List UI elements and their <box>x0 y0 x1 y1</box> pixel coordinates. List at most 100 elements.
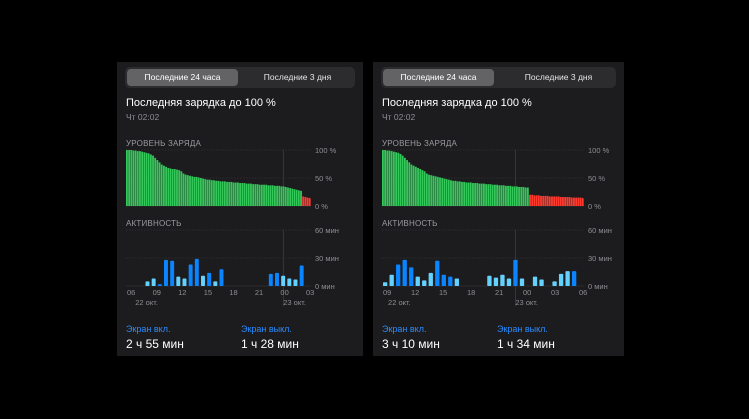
activity-date-label: 22 окт. <box>135 298 158 307</box>
battery-bar <box>498 185 501 206</box>
battery-bar <box>469 182 472 206</box>
battery-bar <box>139 151 141 206</box>
battery-bar <box>386 150 389 206</box>
battery-bar <box>425 173 428 206</box>
battery-bar <box>537 195 540 206</box>
battery-bar <box>441 178 444 206</box>
battery-bar <box>184 174 187 206</box>
activity-bar-screen-off <box>539 279 544 286</box>
activity-bar-screen-off <box>287 278 292 286</box>
battery-bar <box>428 174 430 206</box>
battery-bar <box>287 187 289 206</box>
activity-bar-screen-off <box>383 282 388 286</box>
activity-y-tick-label: 0 мин <box>315 282 335 291</box>
battery-bar <box>382 150 384 206</box>
activity-bar-screen-off <box>552 281 557 286</box>
battery-bar <box>254 184 257 206</box>
battery-bar <box>186 175 189 206</box>
last-charge-title: Последняя зарядка до 100 % <box>126 97 276 109</box>
battery-bar <box>467 182 470 206</box>
battery-bar <box>258 184 261 206</box>
battery-bar <box>392 151 395 206</box>
battery-bar <box>176 169 178 206</box>
battery-bar <box>210 180 213 206</box>
battery-bar <box>432 175 435 206</box>
activity-date-label: 23 окт. <box>283 298 306 307</box>
activity-x-tick-label: 09 <box>153 288 161 297</box>
battery-bar <box>173 169 176 206</box>
activity-x-tick-label: 06 <box>579 288 587 297</box>
battery-bar <box>403 157 406 206</box>
battery-bar <box>564 197 567 206</box>
battery-bar <box>282 186 285 206</box>
activity-x-tick-label: 21 <box>255 288 263 297</box>
screen-on-label: Экран вкл. <box>382 324 427 334</box>
activity-bar-screen-on <box>207 272 212 286</box>
battery-bar <box>548 196 551 206</box>
battery-bar <box>178 170 181 206</box>
battery-bar <box>132 150 135 206</box>
battery-bar <box>213 180 215 206</box>
battery-bar <box>507 185 509 206</box>
activity-bar-screen-off <box>415 276 420 286</box>
battery-bar <box>581 198 584 206</box>
activity-x-tick-label: 03 <box>551 288 559 297</box>
battery-bar <box>265 184 268 206</box>
battery-bar <box>480 183 483 206</box>
battery-bar <box>208 179 211 206</box>
activity-bar-screen-off <box>487 275 492 286</box>
tab-last-24-hours[interactable]: Последние 24 часа <box>127 69 238 86</box>
battery-bar <box>202 178 205 206</box>
battery-bar <box>513 186 516 206</box>
battery-bar <box>445 179 448 206</box>
battery-bar <box>271 185 274 206</box>
screen-off-value: 1 ч 34 мин <box>497 337 555 351</box>
battery-bar <box>256 184 259 206</box>
screen-on-value: 3 ч 10 мин <box>382 337 440 351</box>
time-range-segmented-control: Последние 24 часа Последние 3 дня <box>381 67 616 88</box>
activity-bar-screen-off <box>293 279 298 286</box>
battery-bar <box>570 197 573 206</box>
activity-bar-screen-on <box>194 258 199 286</box>
battery-bar <box>472 183 474 206</box>
activity-x-tick-label: 21 <box>495 288 503 297</box>
tab-last-3-days[interactable]: Последние 3 дня <box>503 69 614 86</box>
battery-bar <box>276 185 279 206</box>
battery-bar <box>180 171 183 206</box>
battery-bar <box>302 196 305 206</box>
last-charge-time: Чт 02:02 <box>126 112 160 122</box>
battery-bar <box>450 180 452 206</box>
tab-last-3-days[interactable]: Последние 3 дня <box>242 69 353 86</box>
battery-bar <box>297 190 300 206</box>
battery-bar <box>232 182 235 206</box>
battery-bar <box>237 182 239 206</box>
activity-bar-screen-off <box>201 275 205 286</box>
battery-bar <box>540 195 542 206</box>
battery-bar <box>234 182 237 206</box>
battery-bar <box>219 181 222 206</box>
battery-bar <box>143 152 146 206</box>
activity-bar-screen-on <box>188 264 193 286</box>
battery-bar <box>263 184 265 206</box>
battery-y-tick-label: 100 % <box>588 146 610 155</box>
activity-y-tick-label: 60 мин <box>315 226 339 235</box>
activity-x-tick-label: 03 <box>306 288 314 297</box>
activity-x-tick-label: 18 <box>229 288 237 297</box>
battery-bar <box>289 188 292 206</box>
activity-bar-screen-on <box>402 259 407 286</box>
battery-bar <box>165 166 168 206</box>
activity-bar-screen-on <box>299 265 304 286</box>
battery-bar <box>306 197 309 206</box>
battery-bar <box>167 167 170 206</box>
battery-bar <box>465 182 468 206</box>
battery-bar <box>197 177 200 206</box>
battery-bar <box>577 197 580 206</box>
battery-bar <box>461 181 463 206</box>
battery-bar <box>128 150 131 206</box>
battery-bar <box>245 183 248 206</box>
tab-last-24-hours[interactable]: Последние 24 часа <box>383 69 494 86</box>
battery-bar <box>239 183 242 206</box>
battery-bar <box>221 181 224 206</box>
battery-bar <box>130 150 133 206</box>
activity-bar-screen-on <box>164 259 168 286</box>
